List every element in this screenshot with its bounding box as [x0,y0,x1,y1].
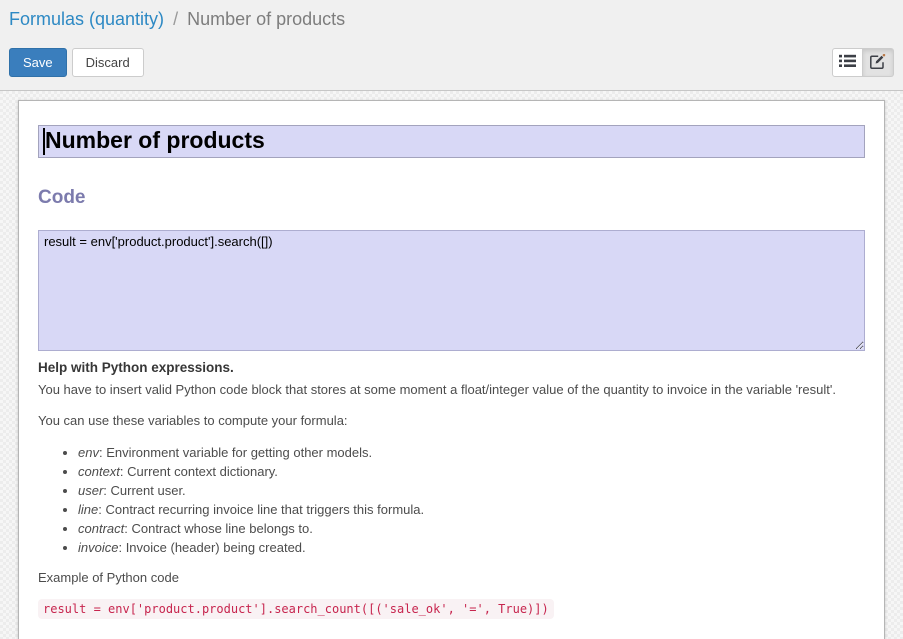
list-icon [839,54,856,71]
variable-desc: : Invoice (header) being created. [118,540,305,555]
breadcrumb-current: Number of products [187,9,345,29]
list-item: user: Current user. [78,481,865,500]
list-item: line: Contract recurring invoice line th… [78,500,865,519]
help-intro: You have to insert valid Python code blo… [38,380,865,400]
help-heading: Help with Python expressions. [38,358,865,378]
variable-name: line [78,502,98,517]
list-item: context: Current context dictionary. [78,462,865,481]
variable-name: context [78,464,120,479]
breadcrumb: Formulas (quantity) / Number of products [9,8,894,31]
variable-desc: : Contract whose line belongs to. [124,521,313,536]
list-item: invoice: Invoice (header) being created. [78,538,865,557]
form-view-button[interactable] [863,48,894,77]
breadcrumb-separator: / [169,9,182,29]
title-field [38,125,865,158]
code-section-heading: Code [38,187,865,209]
title-input[interactable] [38,125,865,158]
control-panel: Formulas (quantity) / Number of products… [0,0,903,91]
discard-button[interactable]: Discard [72,48,144,77]
help-variables-intro: You can use these variables to compute y… [38,411,865,431]
code-textarea[interactable]: result = env['product.product'].search([… [38,230,865,351]
variable-desc: : Current user. [103,483,185,498]
variable-name: env [78,445,99,460]
variable-desc: : Environment variable for getting other… [99,445,372,460]
view-switcher [832,48,894,77]
breadcrumb-parent-link[interactable]: Formulas (quantity) [9,9,164,29]
help-block: Help with Python expressions. You have t… [38,358,865,619]
variable-desc: : Current context dictionary. [120,464,278,479]
variable-name: invoice [78,540,118,555]
example-label: Example of Python code [38,568,865,588]
example-code: result = env['product.product'].search_c… [38,599,554,619]
variable-name: user [78,483,103,498]
button-toolbar: Save Discard [9,48,894,77]
variables-list: env: Environment variable for getting ot… [38,443,865,557]
list-item: contract: Contract whose line belongs to… [78,519,865,538]
form-sheet: Code result = env['product.product'].sea… [18,100,885,639]
save-button[interactable]: Save [9,48,67,77]
edit-icon [870,54,886,72]
variable-name: contract [78,521,124,536]
content-area: Code result = env['product.product'].sea… [0,91,903,639]
list-view-button[interactable] [832,48,863,77]
list-item: env: Environment variable for getting ot… [78,443,865,462]
variable-desc: : Contract recurring invoice line that t… [98,502,424,517]
